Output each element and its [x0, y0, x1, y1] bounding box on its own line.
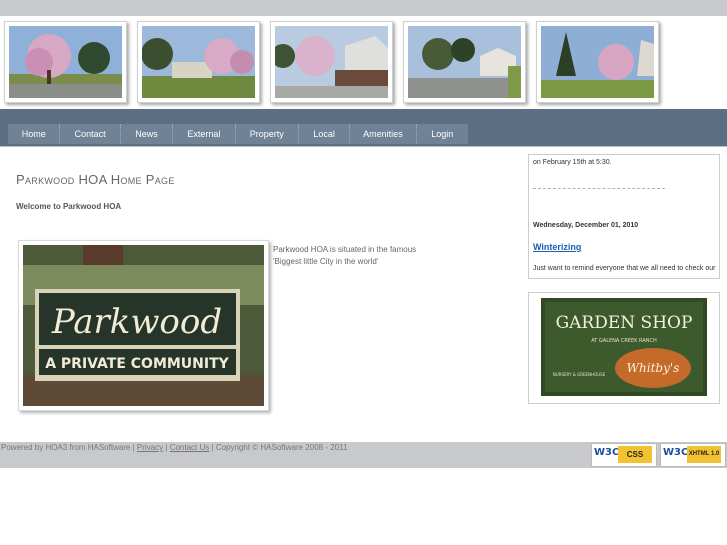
- footer-powered: Powered by HOA3 from HASoftware |: [1, 443, 135, 452]
- news-text-2: Just want to remind everyone that we all…: [533, 265, 716, 272]
- nav-amenities[interactable]: Amenities: [350, 124, 417, 144]
- footer-privacy-link[interactable]: Privacy: [137, 443, 163, 452]
- ad-tagline: NURSERY & GREENHOUSE: [553, 372, 606, 377]
- nav-contact[interactable]: Contact: [60, 124, 121, 144]
- nav-property[interactable]: Property: [236, 124, 299, 144]
- footer-contact-link[interactable]: Contact Us: [170, 443, 210, 452]
- nav-news[interactable]: News: [121, 124, 174, 144]
- ad-subtitle: AT GALENA CREEK RANCH: [591, 338, 657, 344]
- footer-separator: |: [165, 443, 168, 452]
- banner-photo-2: [137, 21, 260, 103]
- garden-shop-ad[interactable]: GARDEN SHOP AT GALENA CREEK RANCH Whitby…: [541, 298, 707, 396]
- news-link-winterizing[interactable]: Winterizing: [533, 242, 581, 252]
- w3c-xhtml-badge[interactable]: W3C XHTML 1.0: [660, 443, 726, 467]
- css-label: CSS: [618, 446, 652, 463]
- news-date: Wednesday, December 01, 2010: [533, 222, 639, 229]
- w3c-logo-2: W3C: [663, 447, 689, 458]
- ad-title: GARDEN SHOP: [556, 313, 693, 333]
- nav-home[interactable]: Home: [8, 124, 61, 144]
- nav-external[interactable]: External: [173, 124, 236, 144]
- page-title: Parkwood HOA Home Page: [16, 172, 175, 187]
- welcome-text: Welcome to Parkwood HOA: [16, 202, 122, 211]
- ad-panel: GARDEN SHOP AT GALENA CREEK RANCH Whitby…: [528, 292, 720, 404]
- w3c-logo: W3C: [594, 447, 620, 458]
- banner-photo-3: [270, 21, 393, 103]
- nav-login[interactable]: Login: [417, 124, 468, 144]
- ad-brand: Whitby's: [627, 361, 680, 375]
- sign-text-community: A PRIVATE COMMUNITY: [45, 356, 229, 372]
- banner-photo-1: [4, 21, 127, 103]
- footer: Powered by HOA3 from HASoftware | Privac…: [0, 442, 727, 468]
- news-divider: [533, 188, 665, 189]
- photo-banner: [0, 16, 727, 109]
- xhtml-label: XHTML 1.0: [687, 446, 721, 463]
- sign-text-parkwood: Parkwood: [51, 302, 222, 342]
- main-navigation: Home Contact News External Property Loca…: [0, 109, 727, 146]
- parkwood-sign-photo: Parkwood A PRIVATE COMMUNITY: [18, 240, 269, 411]
- banner-photo-5: [536, 21, 659, 103]
- banner-photo-4: [403, 21, 526, 103]
- hoa-description: Parkwood HOA is situated in the famous '…: [273, 245, 417, 266]
- w3c-css-badge[interactable]: W3C CSS: [591, 443, 657, 467]
- footer-text: Powered by HOA3 from HASoftware | Privac…: [1, 443, 347, 452]
- main-content: Parkwood HOA Home Page Welcome to Parkwo…: [0, 146, 727, 443]
- news-text-1: on February 15th at 5:30.: [533, 159, 612, 166]
- news-panel: on February 15th at 5:30. Wednesday, Dec…: [528, 154, 720, 279]
- top-strip: [0, 0, 727, 16]
- nav-menu: Home Contact News External Property Loca…: [8, 124, 468, 144]
- nav-local[interactable]: Local: [299, 124, 351, 144]
- footer-copyright: | Copyright © HASoftware 2008 - 2011: [211, 443, 348, 452]
